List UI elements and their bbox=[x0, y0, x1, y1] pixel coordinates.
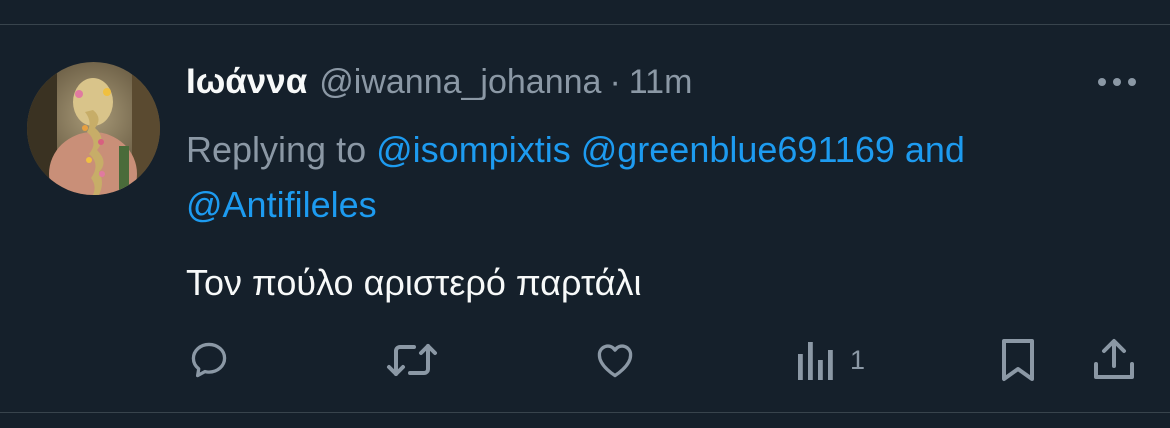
reply-button[interactable] bbox=[186, 338, 232, 382]
mention-link[interactable]: @isompixtis bbox=[376, 129, 571, 170]
avatar[interactable] bbox=[27, 62, 160, 195]
display-name[interactable]: Ιωάννα bbox=[186, 62, 307, 102]
reply-icon bbox=[191, 342, 227, 378]
like-button[interactable] bbox=[592, 338, 638, 382]
like-icon bbox=[597, 344, 633, 378]
bookmark-button[interactable] bbox=[998, 338, 1038, 382]
mention-link[interactable]: @Antifileles bbox=[186, 184, 377, 225]
share-icon bbox=[1094, 339, 1134, 379]
avatar-image bbox=[27, 62, 160, 195]
timestamp[interactable]: 11m bbox=[629, 63, 693, 102]
views-button[interactable]: 1 bbox=[796, 338, 865, 382]
user-handle[interactable]: @iwanna_johanna bbox=[319, 63, 601, 102]
mention-conjunction[interactable]: and bbox=[905, 129, 965, 170]
tweet-header: Ιωάννα @iwanna_johanna · 11m bbox=[186, 62, 692, 108]
separator-dot: · bbox=[609, 63, 621, 101]
divider bbox=[0, 24, 1170, 25]
bookmark-icon bbox=[1002, 339, 1034, 381]
share-button[interactable] bbox=[1092, 338, 1136, 382]
retweet-button[interactable] bbox=[386, 338, 438, 382]
divider bbox=[0, 412, 1170, 413]
views-icon bbox=[798, 342, 833, 380]
retweet-icon bbox=[387, 344, 437, 376]
more-options-icon[interactable] bbox=[1094, 70, 1140, 94]
replying-to: Replying to @isompixtis @greenblue691169… bbox=[186, 122, 1156, 232]
tweet-text: Τον πούλο αριστερό παρτάλι bbox=[186, 262, 642, 303]
mention-link[interactable]: @greenblue691169 bbox=[581, 129, 895, 170]
views-count: 1 bbox=[850, 344, 866, 375]
replying-to-label: Replying to bbox=[186, 129, 367, 170]
